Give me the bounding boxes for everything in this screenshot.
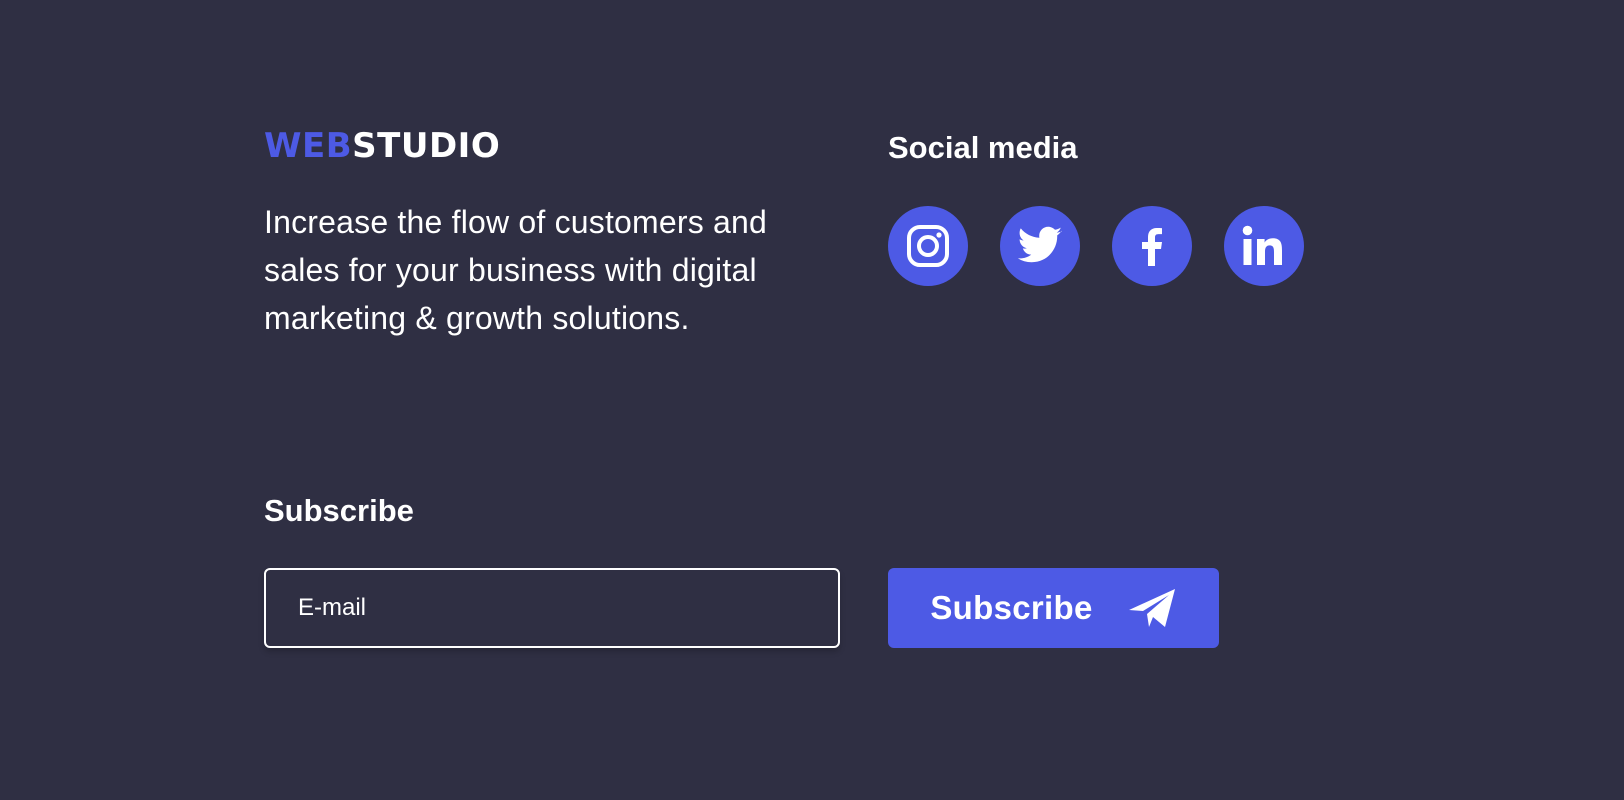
email-field[interactable] (264, 568, 840, 648)
logo-accent: WEB (264, 126, 353, 166)
footer: WEBSTUDIO Increase the flow of customers… (0, 0, 1624, 800)
logo[interactable]: WEBSTUDIO (264, 126, 500, 166)
social-links (888, 206, 1304, 286)
instagram-icon (904, 222, 952, 270)
subscribe-title: Subscribe (264, 493, 414, 528)
logo-main: STUDIO (352, 126, 501, 166)
twitter-icon (1016, 222, 1064, 270)
subscribe-button[interactable]: Subscribe (888, 568, 1219, 648)
twitter-link[interactable] (1000, 206, 1080, 286)
tagline: Increase the flow of customers and sales… (264, 204, 768, 336)
facebook-icon (1128, 222, 1176, 270)
instagram-link[interactable] (888, 206, 968, 286)
linkedin-link[interactable] (1224, 206, 1304, 286)
facebook-link[interactable] (1112, 206, 1192, 286)
linkedin-icon (1238, 220, 1290, 272)
send-icon (1127, 587, 1177, 629)
social-media-title: Social media (888, 130, 1078, 165)
subscribe-button-label: Subscribe (930, 589, 1093, 626)
